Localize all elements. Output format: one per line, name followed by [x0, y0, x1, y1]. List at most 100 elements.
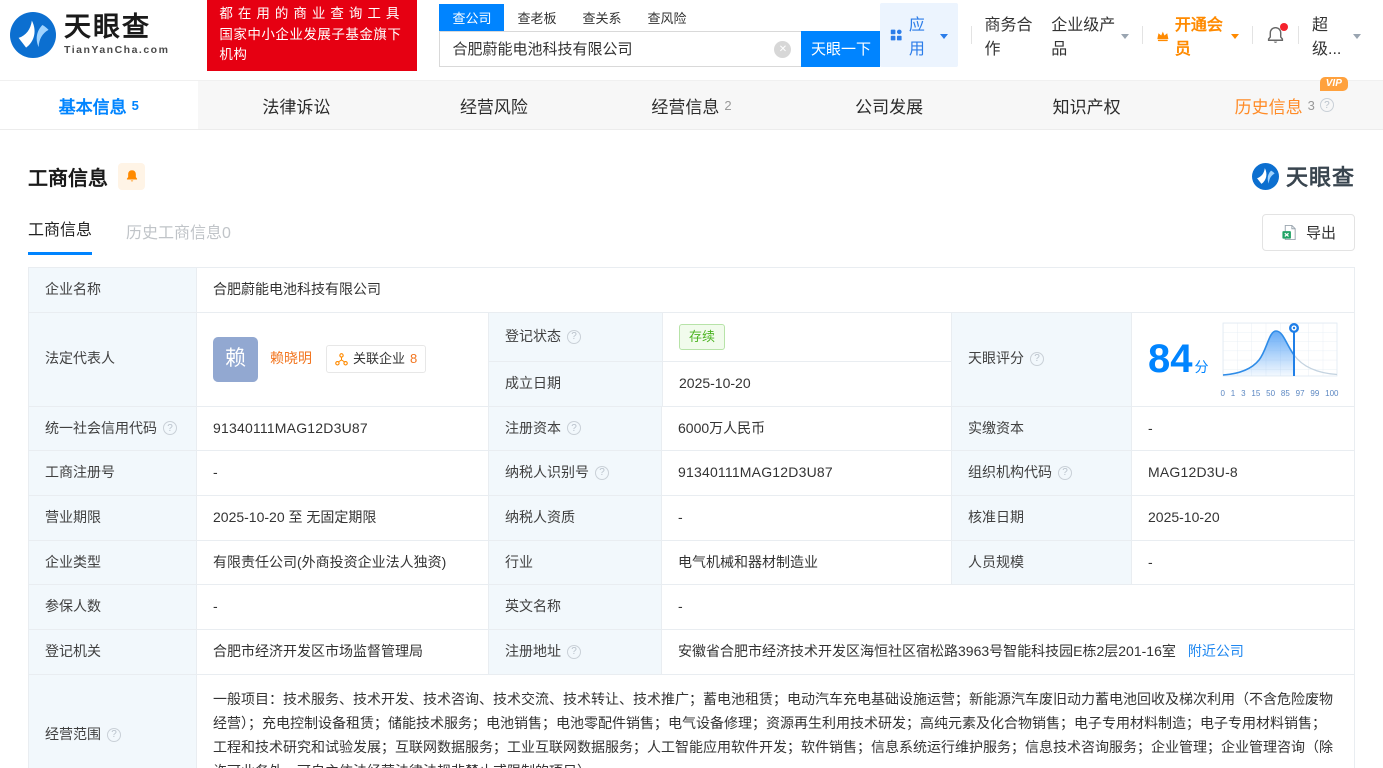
- table-row: 企业类型 有限责任公司(外商投资企业法人独资) 行业 电气机械和器材制造业 人员…: [29, 539, 1354, 585]
- bell-icon: [126, 170, 137, 182]
- slogan-banner: 都在用的商业查询工具 国家中小企业发展子基金旗下机构: [207, 0, 418, 72]
- taxpayer-id-value: 91340111MAG12D3U87: [661, 451, 951, 495]
- search-tab-risk[interactable]: 查风险: [635, 4, 700, 31]
- subtab-history-business-info[interactable]: 历史工商信息0: [126, 219, 231, 255]
- notifications-bell[interactable]: [1266, 22, 1289, 45]
- staff-size-value: -: [1131, 540, 1354, 585]
- apps-grid-icon: [891, 29, 903, 41]
- brand-domain: TianYanCha.com: [64, 44, 170, 56]
- subscribe-bell-button[interactable]: [118, 162, 145, 190]
- export-button[interactable]: 导出: [1261, 214, 1355, 251]
- tab-history-info[interactable]: VIP 历史信息 3: [1185, 76, 1383, 129]
- insured-count-value: -: [196, 585, 488, 629]
- divider: [1142, 26, 1144, 44]
- industry-label: 行业: [488, 540, 661, 585]
- apps-menu[interactable]: 应用: [880, 3, 958, 67]
- help-icon[interactable]: [1058, 466, 1072, 481]
- top-header: 天眼查 TianYanCha.com 都在用的商业查询工具 国家中小企业发展子基…: [0, 0, 1383, 72]
- related-companies-badge[interactable]: 关联企业 8: [326, 345, 427, 374]
- legal-rep-avatar[interactable]: 赖: [213, 336, 258, 382]
- business-scope-label-cell: 经营范围: [29, 674, 196, 768]
- chevron-down-icon: [939, 33, 948, 39]
- crown-icon: [1157, 31, 1169, 41]
- staff-size-label: 人员规模: [951, 540, 1131, 585]
- org-code-label-cell: 组织机构代码: [951, 451, 1131, 495]
- registry-authority-value: 合肥市经济开发区市场监督管理局: [196, 629, 488, 674]
- business-term-label: 营业期限: [29, 495, 196, 540]
- score-distribution-chart[interactable]: 0 1 3 15 50 85 97 99 100: [1221, 320, 1341, 398]
- table-row: 参保人数 - 英文名称 -: [29, 584, 1354, 629]
- help-icon[interactable]: [1030, 352, 1044, 367]
- nav-enterprise-products[interactable]: 企业级产品: [1051, 11, 1130, 59]
- org-code-value: MAG12D3U-8: [1131, 451, 1354, 495]
- score-cell: 84 分 0 1 3 15 50 85 97 99 100: [1131, 312, 1354, 406]
- taxpayer-quality-value: -: [661, 495, 951, 540]
- chevron-down-icon: [1353, 33, 1362, 39]
- help-icon[interactable]: [163, 421, 177, 436]
- reg-capital-value: 6000万人民币: [661, 406, 951, 451]
- help-icon[interactable]: [1319, 98, 1334, 112]
- main-content: 工商信息 天眼查 工商信息 历史工商信息0 导出 企业名称 合肥蔚能电池科技有限…: [0, 160, 1383, 768]
- network-icon: [335, 352, 348, 366]
- tab-intellectual-property[interactable]: 知识产权: [988, 81, 1186, 129]
- taxpayer-quality-label: 纳税人资质: [488, 495, 661, 540]
- business-term-value: 2025-10-20 至 无固定期限: [196, 495, 488, 540]
- legal-rep-name-link[interactable]: 赖晓明: [270, 348, 312, 370]
- help-icon[interactable]: [595, 466, 609, 481]
- tab-operating-info[interactable]: 经营信息 2: [593, 81, 791, 129]
- search-tabs: 查公司 查老板 查关系 查风险: [439, 3, 880, 31]
- subtab-business-info[interactable]: 工商信息: [28, 216, 93, 255]
- clear-search-icon[interactable]: [774, 40, 792, 58]
- search-button[interactable]: 天眼一下: [801, 30, 881, 67]
- score-value-wrap: 84 分: [1148, 337, 1209, 382]
- company-type-value: 有限责任公司(外商投资企业法人独资): [196, 540, 488, 585]
- search-tab-relation[interactable]: 查关系: [570, 4, 635, 31]
- notification-dot: [1280, 22, 1289, 31]
- status-badge: 存续: [679, 323, 726, 350]
- taxpayer-id-label-cell: 纳税人识别号: [488, 451, 661, 495]
- tab-legal-litigation[interactable]: 法律诉讼: [198, 81, 396, 129]
- tab-basic-info[interactable]: 基本信息 5: [0, 81, 198, 129]
- table-row: 法定代表人 赖 赖晓明 关联企业 8 登记状态 ? 存续 成立日期 2025-1…: [29, 311, 1354, 406]
- tab-company-development[interactable]: 公司发展: [790, 81, 988, 129]
- table-row: 登记机关 合肥市经济开发区市场监督管理局 注册地址 安徽省合肥市经济技术开发区海…: [29, 628, 1354, 674]
- tianyancha-logo[interactable]: 天眼查 TianYanCha.com: [10, 12, 169, 58]
- search-area: 查公司 查老板 查关系 查风险 天眼一下: [439, 3, 881, 67]
- reg-address-label-cell: 注册地址: [488, 629, 661, 674]
- credit-code-value: 91340111MAG12D3U87: [196, 406, 488, 451]
- tab-operating-risk[interactable]: 经营风险: [395, 81, 593, 129]
- chevron-down-icon: [1231, 33, 1240, 39]
- company-name-value: 合肥蔚能电池科技有限公司: [196, 268, 1354, 312]
- approval-date-value: 2025-10-20: [1131, 495, 1354, 540]
- table-row: 经营范围 一般项目：技术服务、技术开发、技术咨询、技术交流、技术转让、技术推广；…: [29, 673, 1354, 768]
- est-date-label: 成立日期: [489, 361, 662, 406]
- company-name-label: 企业名称: [29, 268, 196, 312]
- help-icon[interactable]: [107, 727, 121, 742]
- table-row: 营业期限 2025-10-20 至 无固定期限 纳税人资质 - 核准日期 202…: [29, 494, 1354, 540]
- help-icon[interactable]: [567, 329, 581, 344]
- company-type-label: 企业类型: [29, 540, 196, 585]
- user-menu[interactable]: 超级...: [1312, 11, 1362, 59]
- reg-number-label: 工商注册号: [29, 451, 196, 495]
- search-input[interactable]: [439, 30, 802, 67]
- search-tab-company[interactable]: 查公司: [439, 3, 505, 31]
- nav-cooperation[interactable]: 商务合作: [984, 11, 1038, 59]
- table-row: 工商注册号 - 纳税人识别号 91340111MAG12D3U87 组织机构代码…: [29, 450, 1354, 495]
- nav-open-vip[interactable]: 开通会员: [1156, 11, 1240, 59]
- reg-capital-label-cell: 注册资本: [488, 406, 661, 451]
- reg-address-value: 安徽省合肥市经济技术开发区海恒社区宿松路3963号智能科技园E栋2层201-16…: [678, 642, 1176, 659]
- tianyancha-logo-icon: [1251, 162, 1279, 190]
- insured-count-label: 参保人数: [29, 585, 196, 629]
- help-icon[interactable]: [567, 644, 581, 659]
- excel-file-icon: [1282, 224, 1296, 241]
- registry-authority-label: 登记机关: [29, 629, 196, 674]
- approval-date-label: 核准日期: [951, 495, 1131, 540]
- legal-rep-cell: 赖 赖晓明 关联企业 8: [196, 312, 488, 406]
- reg-status-cell: 存续: [662, 312, 951, 361]
- nearby-companies-link[interactable]: 附近公司: [1188, 641, 1244, 663]
- search-tab-boss[interactable]: 查老板: [504, 4, 569, 31]
- header-nav: 应用 商务合作 企业级产品 开通会员 超级...: [880, 3, 1362, 67]
- help-icon[interactable]: [567, 421, 581, 436]
- english-name-value: -: [661, 585, 1354, 629]
- chart-x-axis-ticks: 0 1 3 15 50 85 97 99 100: [1220, 388, 1339, 398]
